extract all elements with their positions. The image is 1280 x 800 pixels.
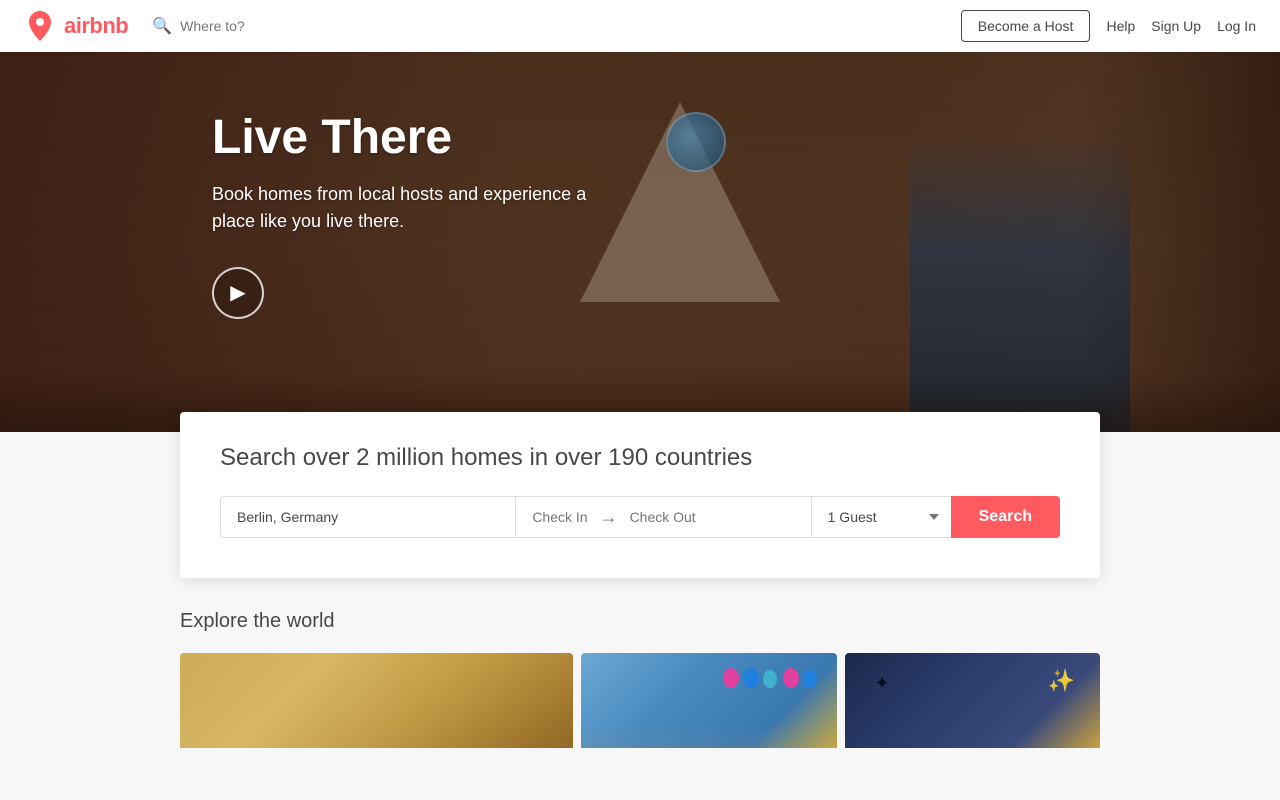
explore-section: Explore the world [180,578,1100,748]
guests-select[interactable]: 1 Guest 2 Guests 3 Guests 4 Guests 5+ Gu… [811,496,951,538]
search-icon: 🔍 [152,16,172,36]
signup-link[interactable]: Sign Up [1151,18,1201,34]
balloons-decoration [723,668,817,688]
logo-text: airbnb [64,13,128,39]
search-fields: Check In → Check Out 1 Guest 2 Guests 3 … [220,496,1060,538]
navbar-search-text: Where to? [180,18,245,34]
city-card-paris[interactable] [180,653,573,748]
location-input[interactable] [220,496,515,538]
navbar-search[interactable]: 🔍 Where to? [152,16,961,36]
checkout-label: Check Out [630,509,696,525]
play-button[interactable]: ▶ [212,267,264,319]
balloon-cyan [763,670,777,688]
balloon-blue [743,668,759,688]
navbar: airbnb 🔍 Where to? Become a Host Help Si… [0,0,1280,52]
city-card-la[interactable]: ✨ ✦ Los Angeles [845,653,1100,748]
airbnb-logo-icon [24,10,56,42]
play-icon: ▶ [230,280,245,305]
explore-title: Explore the world [180,610,1100,633]
hero-section: Live There Book homes from local hosts a… [0,52,1280,432]
buildings-overlay [581,725,836,748]
fireworks-decoration: ✨ [1048,668,1075,694]
balloon-pink [723,668,739,688]
checkin-label: Check In [532,509,587,525]
sky-overlay [180,653,573,748]
help-link[interactable]: Help [1106,18,1135,34]
search-panel: Search over 2 million homes in over 190 … [180,412,1100,578]
hero-subtitle: Book homes from local hosts and experien… [212,181,632,235]
hero-content: Live There Book homes from local hosts a… [0,52,1280,319]
main-content: Live There Book homes from local hosts a… [0,0,1280,748]
navbar-right: Become a Host Help Sign Up Log In [961,10,1256,42]
balloon-pink2 [783,668,799,688]
arrow-icon: → [600,507,618,528]
balloon-blue2 [803,670,817,688]
airbnb-logo[interactable]: airbnb [24,10,128,42]
dates-wrapper[interactable]: Check In → Check Out [515,496,810,538]
fireworks-decoration2: ✦ [875,673,890,694]
city-card-rome[interactable]: Rome [581,653,836,748]
become-host-button[interactable]: Become a Host [961,10,1091,42]
search-panel-title: Search over 2 million homes in over 190 … [220,444,1060,472]
search-button[interactable]: Search [951,496,1060,538]
login-link[interactable]: Log In [1217,18,1256,34]
explore-grid: Rome ✨ ✦ Los Angeles [180,653,1100,748]
hero-title: Live There [212,112,1280,165]
